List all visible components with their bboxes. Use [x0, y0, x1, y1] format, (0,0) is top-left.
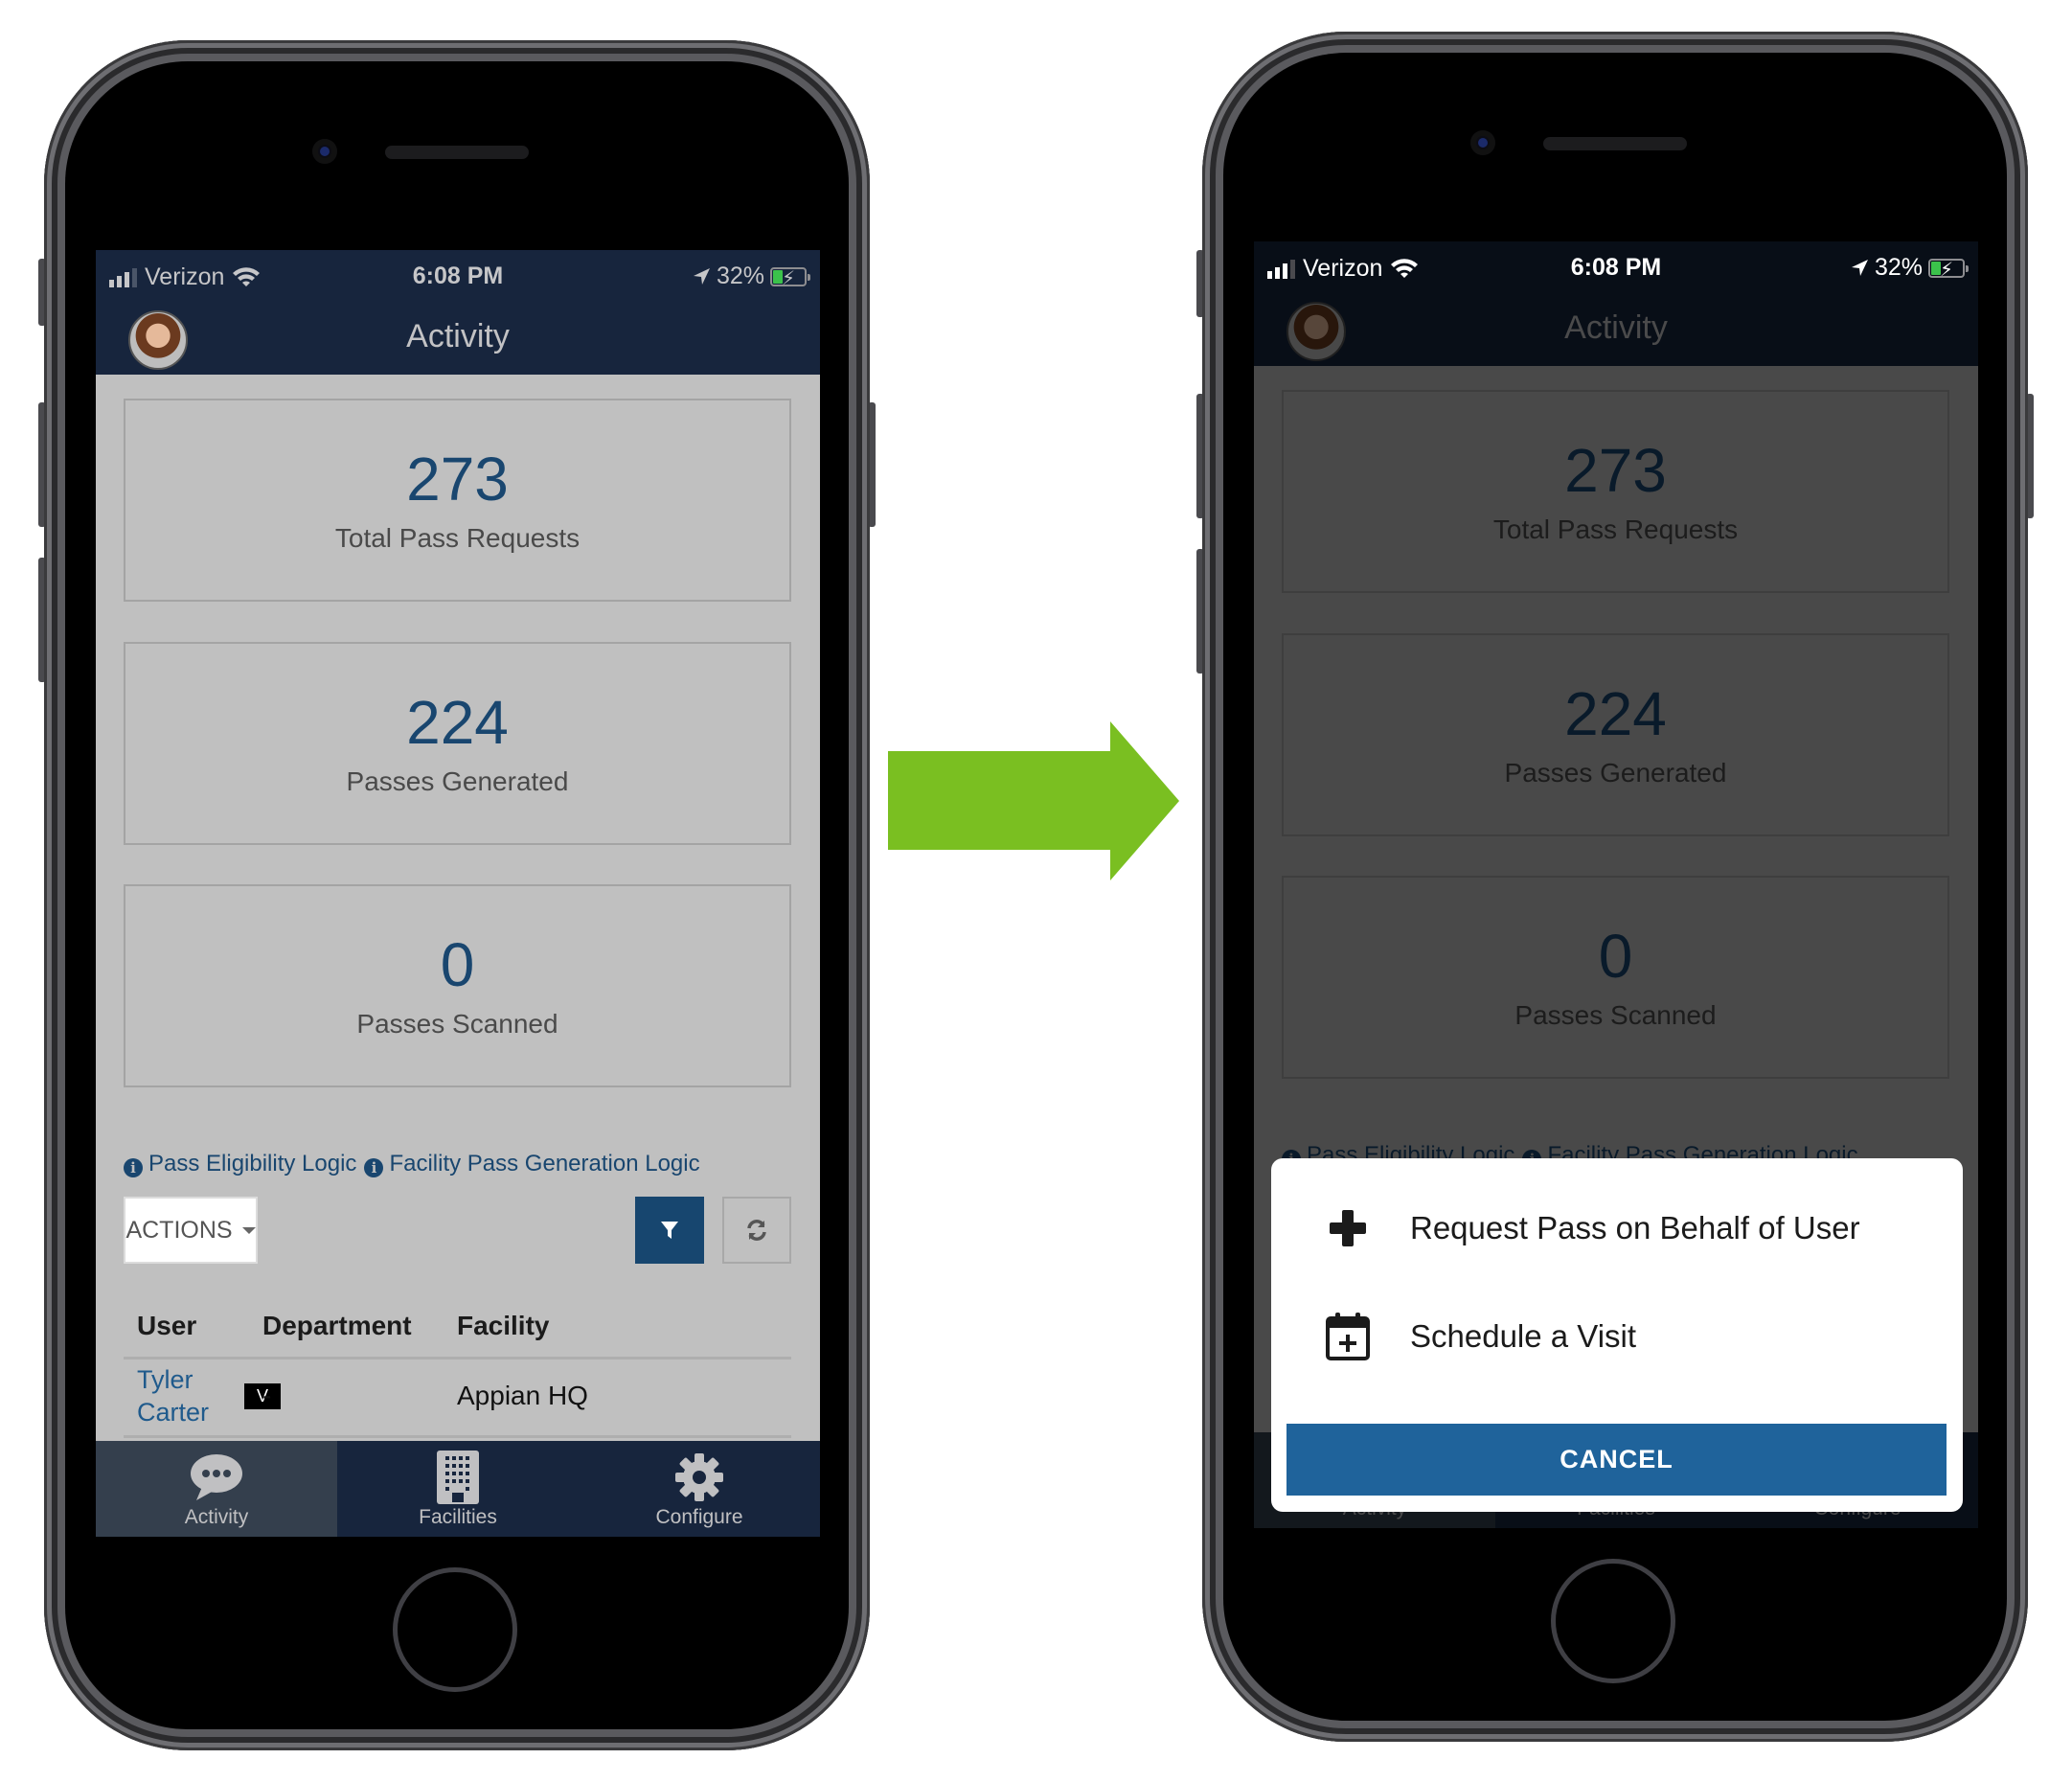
chat-bubble-icon [191, 1453, 242, 1500]
stat-label: Total Pass Requests [334, 523, 581, 553]
location-arrow-icon [1851, 259, 1868, 276]
gear-icon [675, 1452, 723, 1501]
link-label: Pass Eligibility Logic [148, 1151, 357, 1177]
pass-eligibility-link[interactable]: i Pass Eligibility Logic [124, 1151, 356, 1177]
calendar-plus-icon [1326, 1313, 1370, 1360]
column-header-department[interactable]: Department [262, 1311, 412, 1341]
battery-charging-icon: ⚡ [1928, 258, 1969, 281]
home-button[interactable] [393, 1567, 517, 1692]
user-first-name: Tyler [137, 1365, 194, 1394]
column-header-user[interactable]: User [137, 1311, 196, 1341]
option-label: Request Pass on Behalf of User [1410, 1210, 1860, 1245]
earpiece-speaker [385, 146, 529, 159]
app-screen: Activity 273 Total Pass Requests 224 Pas… [1254, 241, 1978, 1528]
stat-label: Passes Generated [346, 766, 569, 796]
table-divider [124, 1357, 791, 1359]
tab-label: Configure [655, 1506, 743, 1528]
status-bar: Verizon 6:08 PM 32% ⚡ [1254, 241, 1978, 296]
user-last-name: Carter [137, 1398, 210, 1427]
building-icon [437, 1450, 479, 1504]
facility-cell: Appian HQ [457, 1381, 588, 1410]
bottom-tab-bar: Activity Facilities Configure [96, 1441, 820, 1537]
actions-dropdown[interactable]: ACTIONS [124, 1197, 258, 1264]
link-label: Facility Pass Generation Logic [389, 1151, 700, 1177]
refresh-button[interactable] [722, 1197, 791, 1264]
option-label: Schedule a Visit [1410, 1318, 1637, 1354]
stat-label: Passes Scanned [356, 1009, 558, 1039]
tab-activity[interactable]: Activity [96, 1441, 337, 1537]
department-cell: - [262, 1381, 272, 1410]
status-bar: Verizon 6:08 PM 32% ⚡ [96, 250, 820, 305]
earpiece-speaker [1543, 137, 1687, 150]
tab-facilities[interactable]: Facilities [337, 1441, 579, 1537]
info-icon: i [364, 1158, 384, 1177]
stat-value: 273 [406, 445, 509, 514]
transition-arrow-icon [888, 721, 1179, 880]
stat-card-passes-generated[interactable]: 224 Passes Generated [124, 642, 791, 845]
schedule-visit-option[interactable]: Schedule a Visit [1271, 1298, 1963, 1375]
app-screen: Verizon 6:08 PM 32% ⚡ Activity 273 Total… [96, 250, 820, 1537]
stat-card-passes-scanned[interactable]: 0 Passes Scanned [124, 884, 791, 1087]
home-button[interactable] [1551, 1559, 1675, 1683]
request-pass-option[interactable]: Request Pass on Behalf of User [1271, 1190, 1963, 1267]
stat-value: 224 [406, 688, 509, 757]
caret-down-icon [241, 1226, 256, 1234]
actions-label: ACTIONS [125, 1216, 233, 1244]
logic-links: i Pass Eligibility Logic i Facility Pass G… [124, 1151, 700, 1177]
user-link[interactable]: Tyler Carter [137, 1363, 209, 1428]
front-camera [312, 139, 337, 164]
stat-value: 0 [440, 930, 475, 999]
phone-frame-before: Verizon 6:08 PM 32% ⚡ Activity 273 Total… [38, 40, 876, 1750]
stat-card-total-requests[interactable]: 273 Total Pass Requests [124, 399, 791, 602]
cancel-button[interactable]: CANCEL [1286, 1424, 1947, 1496]
table-divider [124, 1435, 791, 1438]
filter-button[interactable] [635, 1197, 704, 1264]
facility-pass-generation-link[interactable]: i Facility Pass Generation Logic [364, 1151, 700, 1177]
front-camera [1470, 130, 1495, 155]
action-sheet: Request Pass on Behalf of User Schedule … [1271, 1158, 1963, 1512]
tab-label: Activity [184, 1506, 249, 1528]
filter-icon [661, 1222, 678, 1239]
phone-frame-after: Activity 273 Total Pass Requests 224 Pas… [1196, 32, 2034, 1742]
tab-label: Facilities [419, 1506, 497, 1528]
plus-icon [1330, 1210, 1366, 1246]
info-icon: i [124, 1158, 143, 1177]
battery-charging-icon: ⚡ [770, 266, 810, 289]
refresh-icon [747, 1220, 766, 1241]
tab-configure[interactable]: Configure [579, 1441, 820, 1537]
page-title: Activity [406, 318, 510, 354]
column-header-facility[interactable]: Facility [457, 1311, 549, 1341]
battery-percent: 32% [716, 263, 764, 289]
app-header: Activity [96, 305, 820, 375]
location-arrow-icon [693, 267, 710, 285]
battery-percent: 32% [1874, 254, 1923, 281]
